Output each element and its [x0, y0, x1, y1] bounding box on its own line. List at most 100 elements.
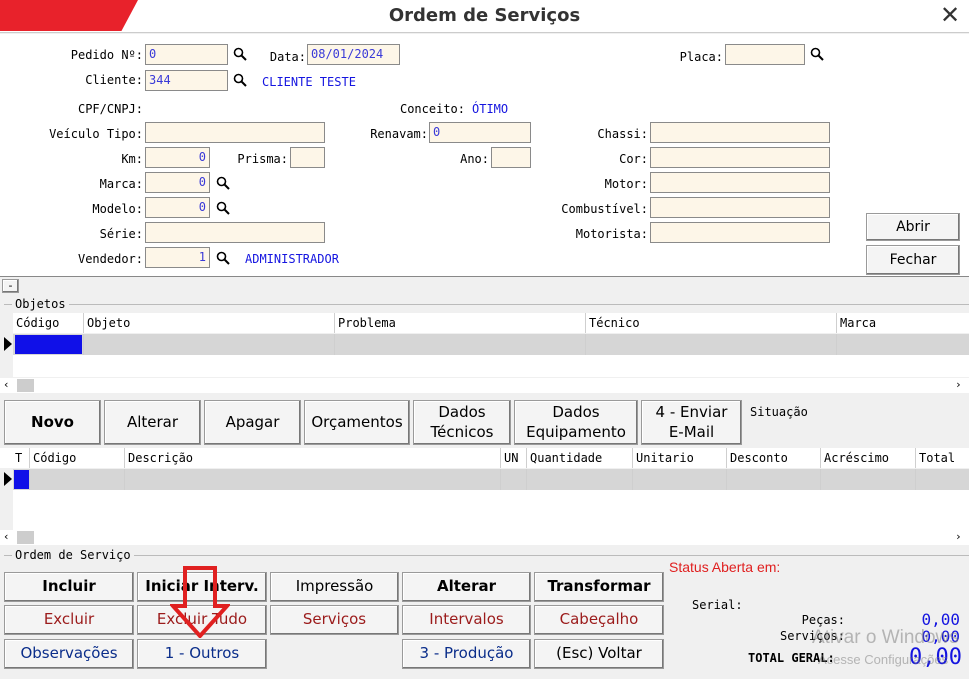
col-codigo-item[interactable]: Código	[29, 448, 79, 468]
enviar-email-button[interactable]: 4 - Enviar E-Mail	[641, 400, 742, 445]
vendedor-label: Vendedor:	[77, 252, 143, 266]
dados-equip-line2: Equipamento	[526, 422, 626, 441]
placa-label: Placa:	[679, 50, 723, 64]
intervalos-button[interactable]: Intervalos	[402, 605, 531, 635]
col-total[interactable]: Total	[915, 448, 958, 468]
prisma-input[interactable]	[290, 147, 325, 168]
pecas-label: Peças:	[801, 613, 845, 627]
objetos-header-row: Código Objeto Problema Técnico Marca	[13, 313, 969, 333]
col-tecnico[interactable]: Técnico	[585, 313, 643, 333]
cliente-name: CLIENTE TESTE	[262, 75, 356, 89]
marca-input[interactable]: 0	[145, 172, 210, 193]
modelo-input[interactable]: 0	[145, 197, 210, 218]
ordem-group-label: Ordem de Serviço	[12, 548, 134, 562]
ano-input[interactable]	[491, 147, 531, 168]
col-acrescimo[interactable]: Acréscimo	[820, 448, 892, 468]
voltar-button[interactable]: (Esc) Voltar	[534, 639, 664, 669]
outros-button[interactable]: 1 - Outros	[137, 639, 267, 669]
producao-button[interactable]: 3 - Produção	[402, 639, 531, 669]
table-row[interactable]	[13, 334, 969, 355]
search-icon[interactable]	[810, 47, 824, 61]
cliente-input[interactable]: 344	[145, 70, 228, 91]
renavam-input[interactable]: 0	[429, 122, 531, 143]
col-quantidade[interactable]: Quantidade	[526, 448, 605, 468]
col-descricao[interactable]: Descrição	[124, 448, 196, 468]
row-pointer-icon	[4, 472, 12, 486]
veiculo-input[interactable]	[145, 122, 325, 143]
dados-tecnicos-button[interactable]: Dados Técnicos	[413, 400, 511, 445]
chassi-label: Chassi:	[597, 127, 648, 141]
col-desconto[interactable]: Desconto	[726, 448, 791, 468]
close-icon[interactable]: ✕	[935, 2, 965, 30]
motor-label: Motor:	[604, 177, 648, 191]
itens-hscrollbar[interactable]: ‹ ›	[0, 530, 969, 545]
cliente-label: Cliente:	[85, 73, 143, 87]
transformar-button[interactable]: Transformar	[534, 572, 664, 602]
novo-button[interactable]: Novo	[4, 400, 101, 445]
veiculo-label: Veículo Tipo:	[49, 127, 143, 141]
search-icon[interactable]	[216, 251, 230, 265]
chassi-input[interactable]	[650, 122, 830, 143]
dados-tecnicos-line2: Técnicos	[430, 422, 494, 441]
search-icon[interactable]	[216, 201, 230, 215]
alterar-objeto-button[interactable]: Alterar	[104, 400, 201, 445]
itens-header-row: T Código Descrição UN Quantidade Unitari…	[0, 448, 969, 468]
selected-cell[interactable]	[15, 335, 82, 354]
orcamentos-button[interactable]: Orçamentos	[304, 400, 410, 445]
servicos-button[interactable]: Serviços	[270, 605, 399, 635]
col-objeto[interactable]: Objeto	[83, 313, 133, 333]
col-un[interactable]: UN	[500, 448, 521, 468]
cabecalho-button[interactable]: Cabeçalho	[534, 605, 664, 635]
situacao-label: Situação	[750, 405, 808, 419]
conceito-label: Conceito:	[399, 102, 465, 116]
itens-empty-area	[13, 490, 969, 530]
data-input[interactable]: 08/01/2024	[307, 44, 400, 65]
status-text: Status Aberta em:	[669, 559, 781, 575]
row-pointer-icon	[4, 337, 12, 351]
cor-input[interactable]	[650, 147, 830, 168]
combustivel-input[interactable]	[650, 197, 830, 218]
activation-watermark: Ativar o Windows	[812, 627, 959, 648]
observacoes-button[interactable]: Observações	[4, 639, 134, 669]
abrir-button[interactable]: Abrir	[866, 213, 960, 241]
vendedor-input[interactable]: 1	[145, 247, 210, 268]
col-marca[interactable]: Marca	[836, 313, 879, 333]
combustivel-label: Combustível:	[561, 202, 648, 216]
motor-input[interactable]	[650, 172, 830, 193]
col-unitario[interactable]: Unitario	[632, 448, 697, 468]
objetos-hscrollbar[interactable]: ‹ ›	[0, 378, 969, 393]
pedido-input[interactable]: 0	[145, 44, 228, 65]
enviar-line1: 4 - Enviar	[655, 403, 728, 421]
dados-equip-line1: Dados	[552, 403, 600, 421]
alterar-os-button[interactable]: Alterar	[402, 572, 531, 602]
motorista-input[interactable]	[650, 222, 830, 243]
col-t[interactable]: T	[15, 451, 22, 465]
search-icon[interactable]	[216, 176, 230, 190]
activation-watermark-sub: Acesse Configurações	[818, 652, 949, 667]
col-codigo[interactable]: Código	[16, 316, 59, 330]
vendedor-name: ADMINISTRADOR	[245, 252, 339, 266]
serie-input[interactable]	[145, 222, 325, 243]
objetos-empty-area	[13, 355, 969, 377]
km-input[interactable]: 0	[145, 147, 210, 168]
excluir-button[interactable]: Excluir	[4, 605, 134, 635]
prisma-label: Prisma:	[237, 152, 288, 166]
fechar-button[interactable]: Fechar	[866, 245, 960, 275]
search-icon[interactable]	[233, 73, 247, 87]
km-label: Km:	[121, 152, 143, 166]
conceito-value: ÓTIMO	[472, 102, 509, 116]
incluir-button[interactable]: Incluir	[4, 572, 134, 602]
search-icon[interactable]	[233, 47, 247, 61]
collapse-button[interactable]: -	[2, 279, 19, 293]
enviar-line2: E-Mail	[668, 422, 715, 441]
cor-label: Cor:	[619, 152, 648, 166]
impressao-button[interactable]: Impressão	[270, 572, 399, 602]
cpf-label: CPF/CNPJ:	[77, 102, 143, 116]
placa-input[interactable]	[725, 44, 805, 65]
apagar-button[interactable]: Apagar	[204, 400, 301, 445]
selected-cell[interactable]	[14, 470, 29, 489]
objetos-group-label: Objetos	[12, 297, 69, 311]
table-row[interactable]	[13, 469, 969, 490]
dados-equipamento-button[interactable]: Dados Equipamento	[514, 400, 638, 445]
col-problema[interactable]: Problema	[334, 313, 399, 333]
